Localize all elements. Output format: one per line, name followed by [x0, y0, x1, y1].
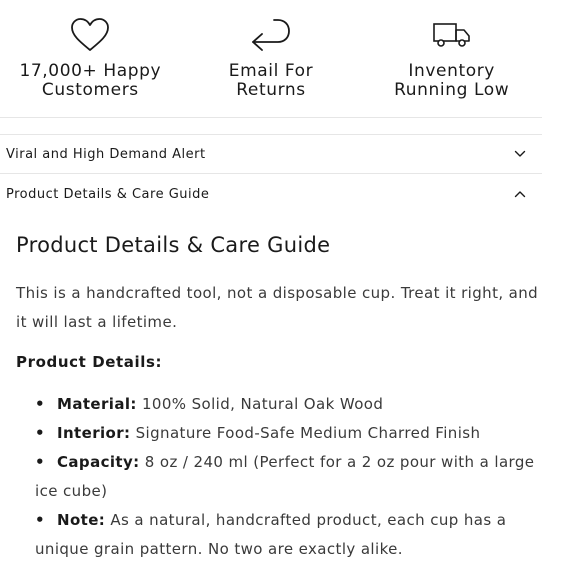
- bullet-icon: •: [35, 453, 45, 471]
- panel-subhead: Product Details:: [16, 353, 163, 371]
- truck-icon: [432, 10, 472, 60]
- list-item-term: Material:: [57, 395, 137, 413]
- list-item-term: Note:: [57, 511, 106, 529]
- return-arrow-icon: [250, 10, 292, 60]
- feature-label: 17,000+ Happy Customers: [19, 62, 161, 100]
- product-details-list: • Material: 100% Solid, Natural Oak Wood …: [35, 390, 535, 564]
- feature-label-line2: Running Low: [394, 80, 510, 100]
- feature-email-returns: Email For Returns: [181, 0, 362, 117]
- list-item: • Capacity: 8 oz / 240 ml (Perfect for a …: [35, 448, 535, 506]
- list-item-term: Capacity:: [57, 453, 140, 471]
- chevron-down-icon: [514, 148, 526, 160]
- panel-intro: This is a handcrafted tool, not a dispos…: [16, 284, 539, 331]
- accordion-panel-product-details: Product Details & Care Guide This is a h…: [16, 226, 541, 564]
- accordion-viral-alert[interactable]: Viral and High Demand Alert: [0, 134, 542, 174]
- heart-icon: [70, 10, 110, 60]
- feature-label-line1: 17,000+ Happy: [19, 61, 162, 81]
- list-item-text: 100% Solid, Natural Oak Wood: [141, 395, 384, 413]
- feature-happy-customers: 17,000+ Happy Customers: [0, 0, 181, 117]
- list-item: • Material: 100% Solid, Natural Oak Wood: [35, 390, 535, 419]
- bullet-icon: •: [35, 395, 45, 413]
- list-item: • Interior: Signature Food-Safe Medium Ch…: [35, 419, 535, 448]
- panel-title: Product Details & Care Guide: [16, 233, 331, 257]
- feature-inventory: Inventory Running Low: [361, 0, 542, 117]
- list-item-term: Interior:: [57, 424, 131, 442]
- feature-label-line1: Email For: [228, 61, 314, 81]
- accordion-label: Product Details & Care Guide: [6, 186, 210, 202]
- bullet-icon: •: [35, 424, 45, 442]
- features-row: 17,000+ Happy Customers Email For Return…: [0, 0, 542, 118]
- feature-label-line2: Returns: [236, 80, 306, 100]
- chevron-up-icon: [514, 188, 526, 200]
- accordion-label: Viral and High Demand Alert: [6, 146, 206, 162]
- feature-label: Inventory Running Low: [394, 62, 509, 100]
- bullet-icon: •: [35, 511, 45, 529]
- feature-label-line2: Customers: [41, 80, 139, 100]
- accordion-product-details[interactable]: Product Details & Care Guide: [0, 174, 542, 214]
- list-item-text: As a natural, handcrafted product, each …: [35, 511, 507, 558]
- feature-label: Email For Returns: [229, 62, 314, 100]
- feature-label-line1: Inventory: [408, 61, 495, 81]
- list-item-text: Signature Food-Safe Medium Charred Finis…: [135, 424, 481, 442]
- list-item: • Note: As a natural, handcrafted product…: [35, 506, 535, 564]
